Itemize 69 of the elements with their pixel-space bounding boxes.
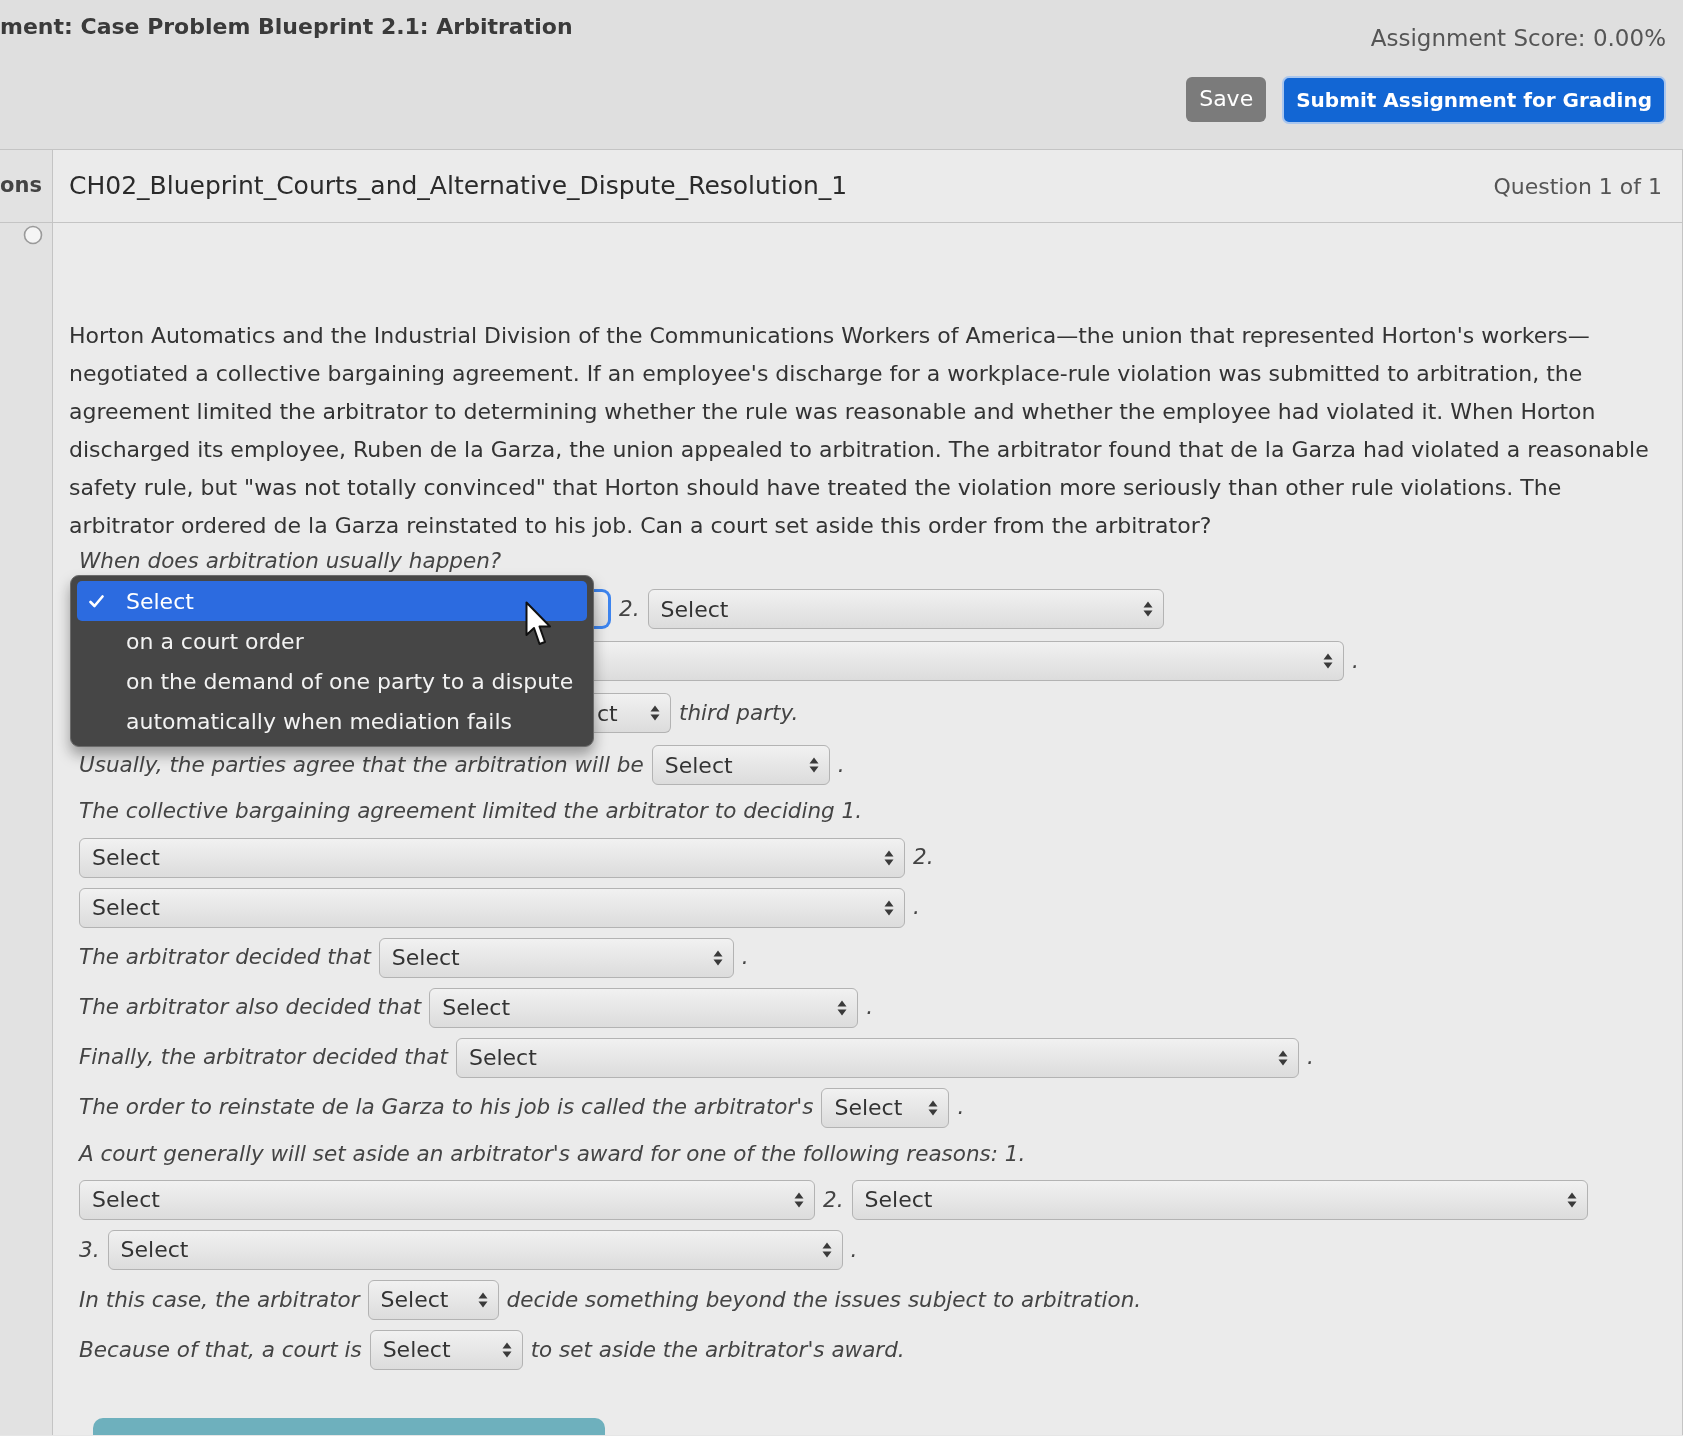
item-number: 3. <box>79 1235 100 1264</box>
select-arrows-icon <box>928 1099 939 1116</box>
menu-option[interactable]: on the demand of one party to a dispute <box>77 661 587 702</box>
punctuation-text: . <box>1352 647 1359 676</box>
item-number: 2. <box>913 843 934 872</box>
dropdown-field[interactable]: Select <box>79 1179 815 1220</box>
submit-button[interactable]: Submit Assignment for Grading <box>1282 75 1666 124</box>
dropdown-field[interactable]: Select <box>107 1229 843 1270</box>
question-counter: Question 1 of 1 <box>1493 172 1662 201</box>
dropdown-field[interactable] <box>593 641 1344 682</box>
question-text: When does arbitration usually happen? <box>79 547 502 575</box>
menu-option[interactable]: automatically when mediation fails <box>77 701 587 742</box>
menu-option[interactable]: on a court order <box>77 621 587 662</box>
select-arrows-icon <box>837 999 848 1016</box>
dropdown-field[interactable]: Select <box>455 1037 1299 1078</box>
question-text: Finally, the arbitrator decided that <box>79 1043 448 1072</box>
save-button[interactable]: Save <box>1186 77 1267 122</box>
dropdown-field[interactable]: Select <box>429 987 859 1028</box>
question-title: CH02_Blueprint_Courts_and_Alternative_Dispute_Resolution_1 <box>69 170 848 203</box>
select-arrows-icon <box>650 705 660 722</box>
select-arrows-icon <box>794 1191 804 1208</box>
scenario-paragraph: Horton Automatics and the Industrial Division of the Communications Workers of America—the union that represented Horton's workers—negotiated a collective bargaining agreement. If an employee's discharge for a workplace-rule violation was submitted to arbitration, the agreement limited the arbitrator to determining whether the rule was reasonable and whether the employee had violated it. When Horton discharged its employee, Ruben de la Garza, the union appealed to arbitration. The arbitrator found that de la Garza had violated a reasonable safety rule, but "was not totally convinced" that Horton should have treated the violation more seriously than other rule violations. The arbitrator ordered de la Garza reinstated to his job. Can a court set aside this order from the arbitrator? <box>69 322 1650 540</box>
select-arrows-icon <box>821 1241 832 1258</box>
dropdown-field[interactable]: Select <box>367 1279 499 1320</box>
dropdown-field[interactable]: Select <box>79 837 905 878</box>
select-arrows-icon <box>477 1291 488 1308</box>
question-text: Because of that, a court is <box>79 1335 362 1364</box>
punctuation-text: . <box>866 993 874 1022</box>
question-text: The collective bargaining agreement limited the arbitrator to deciding 1. <box>79 797 863 826</box>
item-number: 2. <box>823 1185 844 1214</box>
select-arrows-icon <box>884 849 894 866</box>
punctuation-text: . <box>1306 1043 1314 1072</box>
question-text: The arbitrator also decided that <box>79 993 422 1022</box>
punctuation-text: . <box>850 1235 858 1264</box>
question-text: In this case, the arbitrator <box>79 1285 360 1314</box>
assignment-title: ment: Case Problem Blueprint 2.1: Arbitration <box>0 13 573 41</box>
select-arrows-icon <box>712 949 723 966</box>
menu-option[interactable]: Select <box>77 581 587 622</box>
dropdown-field[interactable]: Select <box>647 589 1164 630</box>
punctuation-text: . <box>741 943 749 972</box>
dropdown-field[interactable]: Select <box>378 937 734 978</box>
select-arrows-icon <box>501 1341 512 1358</box>
action-button[interactable] <box>93 1418 605 1435</box>
dropdown-field[interactable]: Select <box>651 745 830 786</box>
dropdown-field[interactable]: Select <box>369 1329 523 1370</box>
question-text: The arbitrator decided that <box>79 943 371 972</box>
question-text: to set aside the arbitrator's award. <box>530 1335 905 1364</box>
select-arrows-icon <box>884 899 894 916</box>
dropdown-field[interactable]: ct <box>593 693 671 734</box>
question-text: The order to reinstate de la Garza to his job is called the arbitrator's <box>79 1093 814 1122</box>
dropdown-field[interactable]: Select <box>851 1179 1588 1220</box>
select-arrows-icon <box>808 757 819 774</box>
dropdown-field[interactable]: Select <box>79 887 905 928</box>
question-text: A court generally will set aside an arbitrator's award for one of the following reasons: 1. <box>79 1139 1026 1168</box>
punctuation-text: . <box>957 1093 965 1122</box>
select-arrows-icon <box>1323 653 1333 670</box>
item-number: 2. <box>619 595 640 624</box>
select-arrows-icon <box>1277 1049 1288 1066</box>
question-text: third party. <box>679 699 799 728</box>
check-icon <box>89 594 104 608</box>
punctuation-text: . <box>837 751 845 780</box>
sidebar-label: ons <box>0 172 42 200</box>
question-text: Usually, the parties agree that the arbitration will be <box>79 751 644 780</box>
select-arrows-icon <box>1566 1191 1577 1208</box>
dropdown-field[interactable]: Select <box>821 1087 950 1128</box>
select-arrows-icon <box>1142 601 1153 618</box>
assignment-score: Assignment Score: 0.00% <box>1370 24 1666 53</box>
punctuation-text: . <box>913 893 920 922</box>
question-text: decide something beyond the issues subject to arbitration. <box>506 1285 1142 1314</box>
